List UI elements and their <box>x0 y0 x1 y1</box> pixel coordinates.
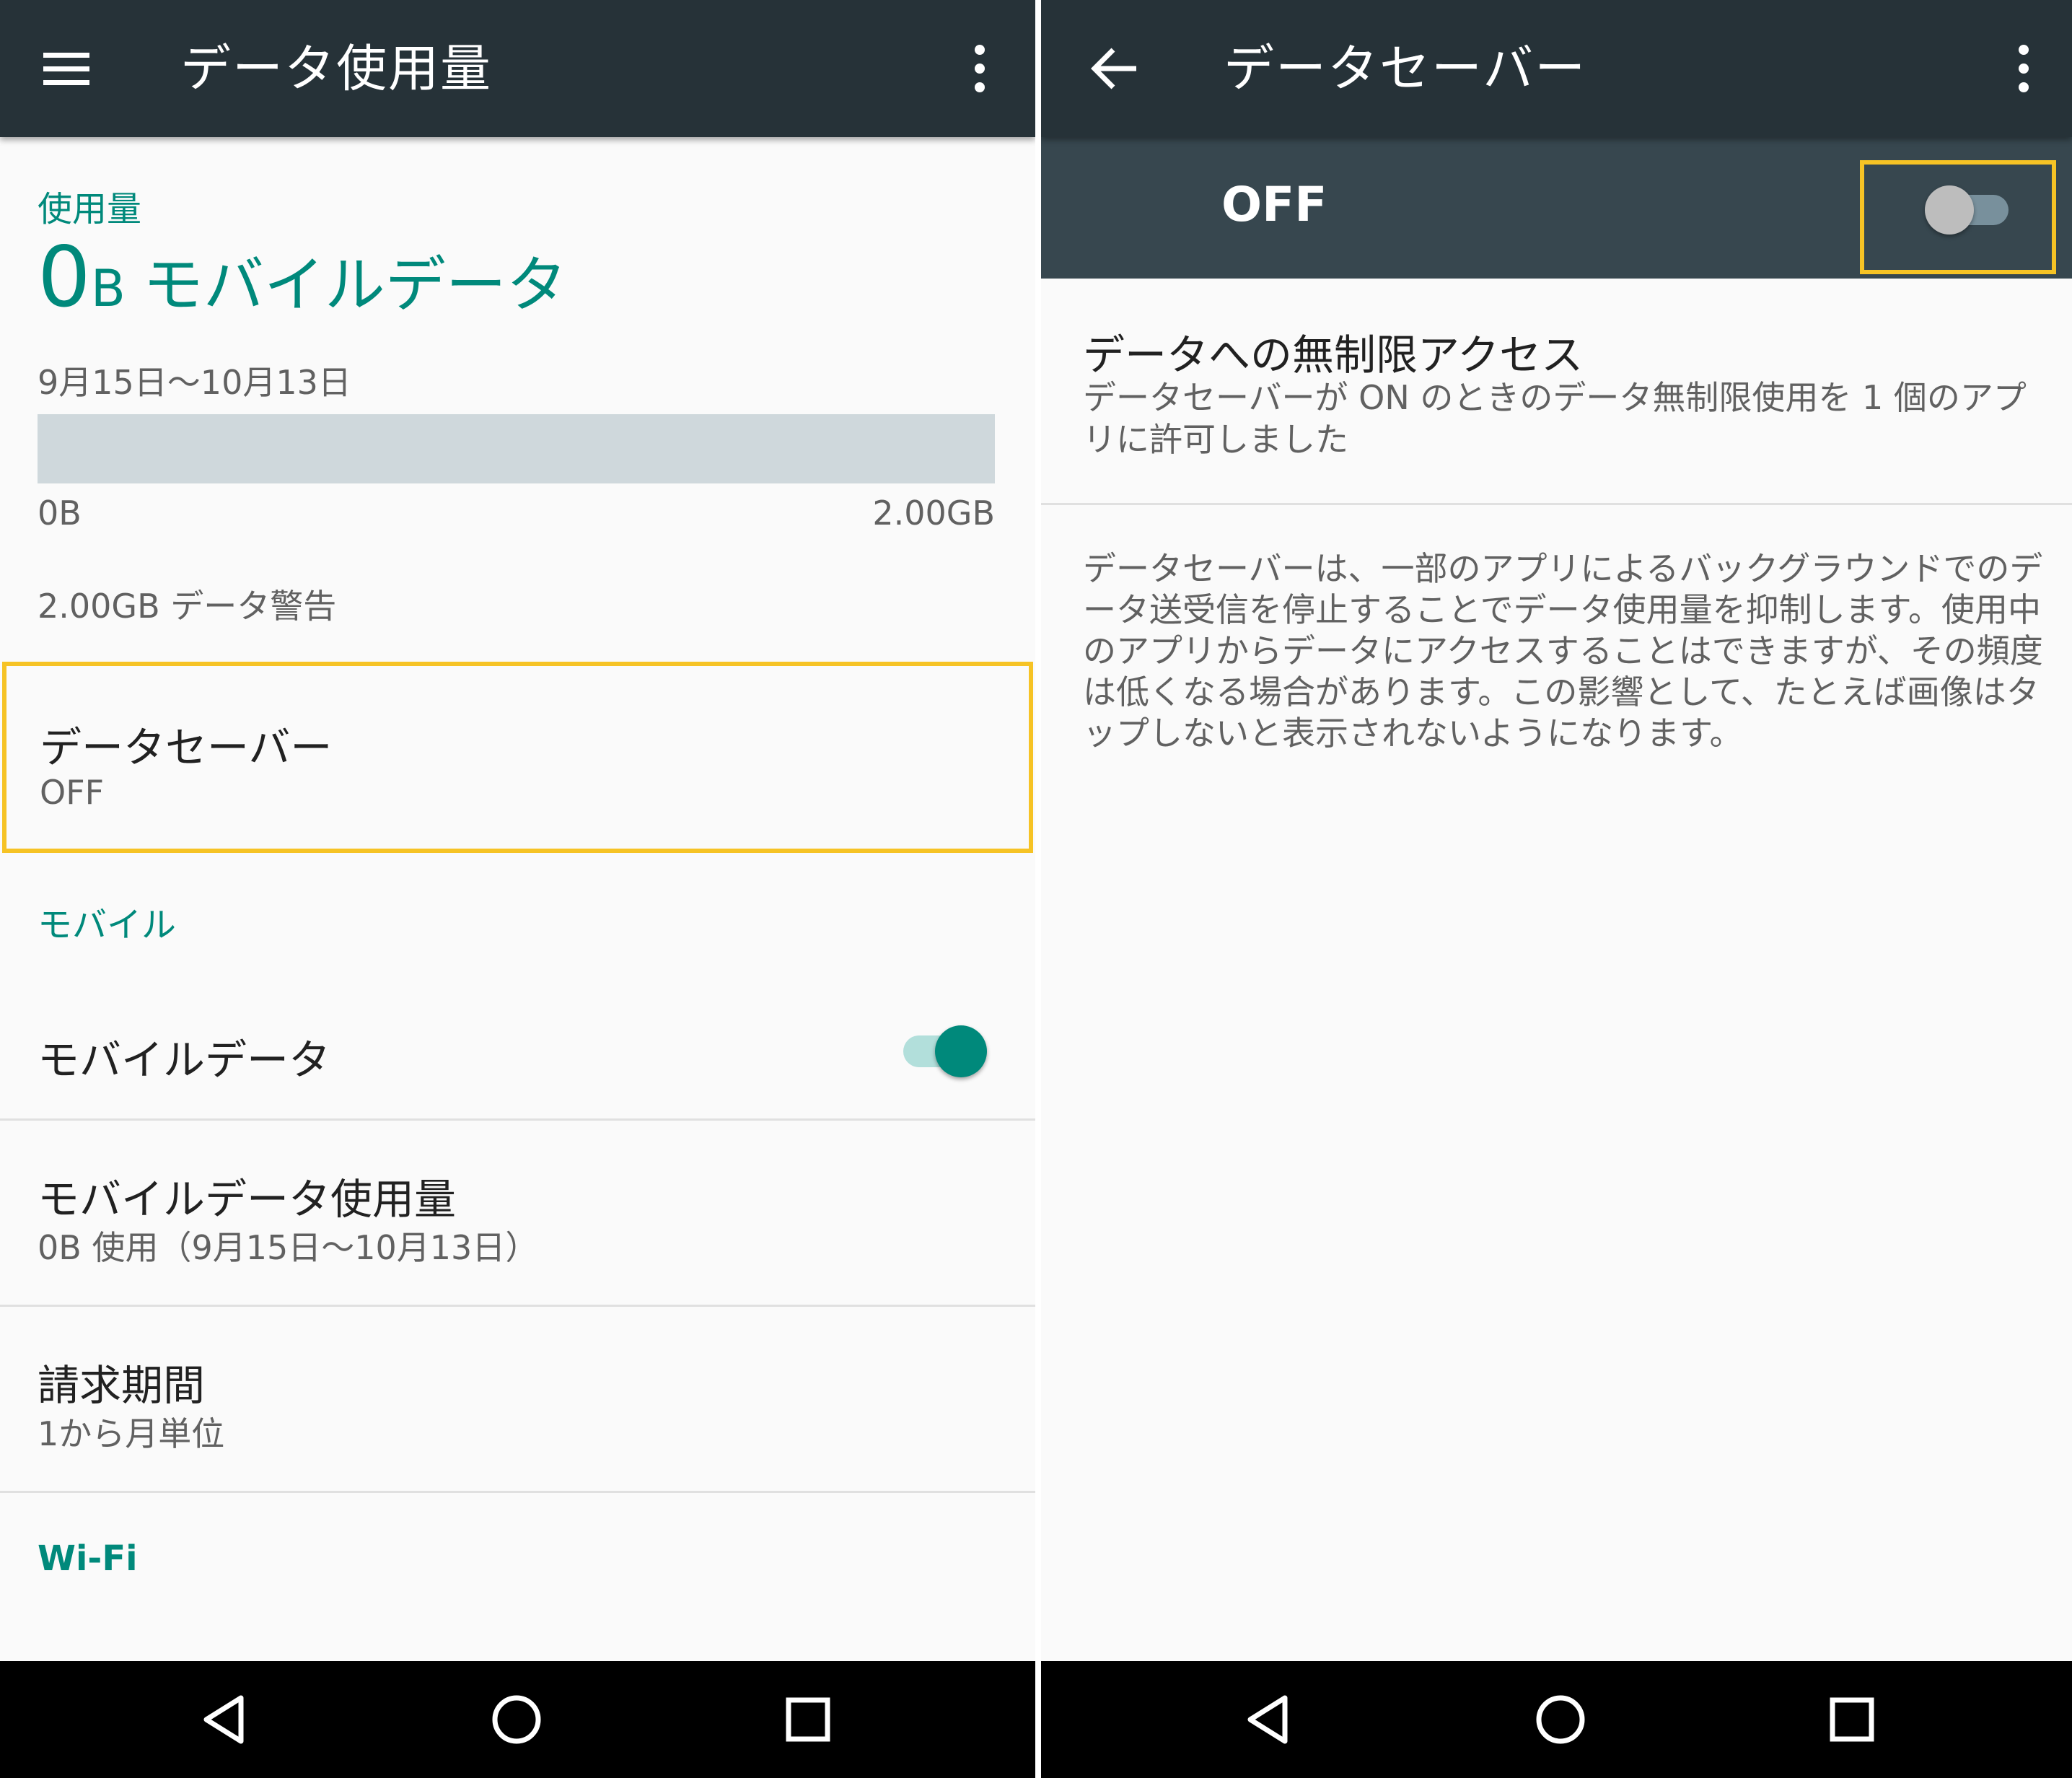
more-vert-icon[interactable] <box>1995 40 2053 97</box>
page-title: データ使用量 <box>180 39 492 98</box>
usage-amount-label: モバイルデータ <box>142 250 567 320</box>
data-saver-summary: OFF <box>40 773 105 812</box>
billing-cycle-summary: 1から月単位 <box>38 1414 225 1453</box>
data-saver-title: データセーバー <box>40 723 333 772</box>
data-saver-toggle[interactable] <box>1860 160 2056 274</box>
unrestricted-access-title: データへの無制限アクセス <box>1083 330 1584 380</box>
nav-back-triangle-icon[interactable] <box>196 1691 254 1748</box>
usage-progress-bar <box>38 414 995 483</box>
unrestricted-access-summary: データセーバーが ON のときのデータ無制限使用を 1 個のアプリに許可しました <box>1083 378 2027 459</box>
usage-period: 9月15日〜10月13日 <box>38 363 351 402</box>
system-nav-bar <box>0 1661 1035 1778</box>
toggle-thumb <box>935 1025 987 1077</box>
nav-back-triangle-icon[interactable] <box>1240 1691 1298 1748</box>
hamburger-menu-icon[interactable] <box>38 40 95 97</box>
data-saver-screen: データセーバー OFF データへの無制限アクセス データセーバーが ON のとき… <box>1041 0 2072 1778</box>
app-bar: データ使用量 <box>0 0 1035 137</box>
nav-home-circle-icon[interactable] <box>1532 1691 1589 1748</box>
nav-home-circle-icon[interactable] <box>488 1691 545 1748</box>
app-bar: データセーバー <box>1041 0 2072 137</box>
more-vert-icon[interactable] <box>951 40 1009 97</box>
mobile-section-header: モバイル <box>38 905 177 945</box>
data-saver-description: データセーバーは、一部のアプリによるバックグラウンドでのデータ送受信を停止するこ… <box>1083 549 2043 753</box>
master-switch-label: OFF <box>1221 177 1327 232</box>
mobile-data-usage-summary: 0B 使用（9月15日〜10月13日） <box>38 1228 539 1267</box>
system-nav-bar <box>1041 1661 2072 1778</box>
usage-amount: 0B モバイルデータ <box>38 236 567 328</box>
usage-amount-unit: B <box>90 259 126 318</box>
divider <box>0 1305 1035 1307</box>
billing-cycle-title: 請求期間 <box>38 1361 206 1410</box>
divider <box>0 1118 1035 1121</box>
arrow-back-icon[interactable] <box>1086 40 1143 97</box>
page-title: データセーバー <box>1224 39 1587 98</box>
wifi-section-header: Wi-Fi <box>38 1538 138 1579</box>
mobile-data-usage-title: モバイルデータ使用量 <box>38 1175 457 1224</box>
usage-amount-number: 0 <box>38 229 91 326</box>
toggle-thumb <box>1925 185 1974 235</box>
mobile-data-title: モバイルデータ <box>38 1035 331 1085</box>
nav-recents-square-icon[interactable] <box>779 1691 837 1748</box>
data-warning-label: 2.00GB データ警告 <box>38 587 337 626</box>
nav-recents-square-icon[interactable] <box>1823 1691 1881 1748</box>
data-saver-item[interactable]: データセーバー OFF <box>2 662 1033 853</box>
usage-bar-max-label: 2.00GB <box>872 494 995 533</box>
data-usage-screen: データ使用量 使用量 0B モバイルデータ 9月15日〜10月13日 0B 2.0… <box>0 0 1035 1778</box>
usage-section-header: 使用量 <box>38 189 142 229</box>
usage-bar-min-label: 0B <box>38 494 82 533</box>
divider <box>0 1491 1035 1493</box>
divider <box>1041 503 2072 505</box>
